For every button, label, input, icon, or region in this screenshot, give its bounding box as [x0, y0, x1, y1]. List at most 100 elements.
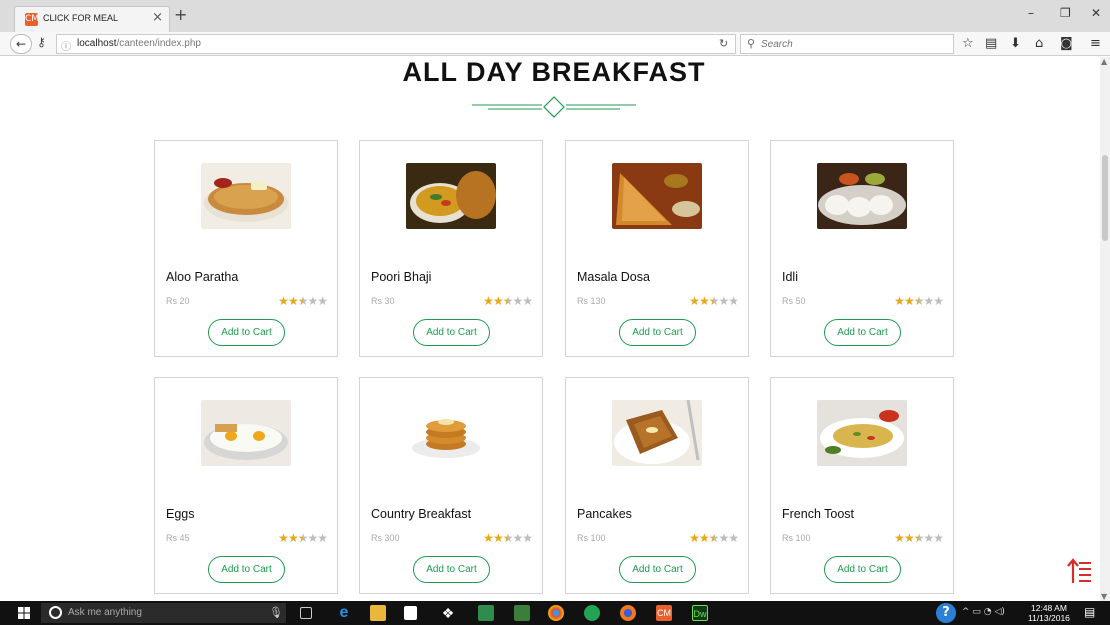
add-to-cart-button[interactable]: Add to Cart	[619, 556, 696, 583]
star-icon: ★	[933, 531, 944, 545]
firefox-icon[interactable]	[620, 605, 636, 621]
star-icon: ★	[297, 531, 309, 545]
star-icon: ★	[492, 531, 504, 545]
food-name: Aloo Paratha	[166, 270, 239, 284]
title-divider-icon	[472, 96, 636, 118]
excel-icon[interactable]	[514, 605, 530, 621]
star-icon: ★	[483, 294, 494, 308]
dropbox-icon[interactable]: ❖	[440, 605, 456, 621]
star-icon: ★	[698, 294, 710, 308]
windows-taskbar: Ask me anything 🎙 e ❖ CM Dw ? ^ ▭ ◔ ◁) 1…	[0, 601, 1110, 625]
food-image	[201, 400, 291, 466]
search-input[interactable]	[761, 36, 941, 52]
windows-start-icon[interactable]	[18, 607, 30, 619]
browser-window: CM CLICK FOR MEAL × + – ❐ ✕ ← ⚷ ⓘ localh…	[0, 0, 1110, 625]
notification-icon[interactable]: ▤	[1084, 605, 1095, 619]
star-icon: ★	[522, 294, 533, 308]
back-arrow-icon[interactable]: ←	[10, 34, 32, 54]
xbox-icon[interactable]	[584, 605, 600, 621]
search-icon: ⚲	[747, 37, 756, 50]
star-icon: ★	[492, 294, 504, 308]
photos-app-icon[interactable]	[478, 605, 494, 621]
bookmark-star-icon[interactable]: ☆	[962, 36, 974, 51]
system-tray-icons[interactable]: ^ ▭ ◔ ◁)	[962, 607, 1005, 617]
star-rating: ★★★★★	[278, 531, 328, 545]
star-rating: ★★★★★	[894, 531, 944, 545]
add-to-cart-button[interactable]: Add to Cart	[413, 556, 490, 583]
scrollbar-thumb[interactable]	[1102, 155, 1108, 241]
star-icon: ★	[689, 531, 700, 545]
food-price: Rs 45	[166, 533, 190, 543]
add-to-cart-button[interactable]: Add to Cart	[413, 319, 490, 346]
dreamweaver-icon[interactable]: Dw	[692, 605, 708, 621]
star-icon: ★	[708, 531, 720, 545]
scroll-down-icon[interactable]: ▼	[1101, 592, 1107, 601]
add-to-cart-button[interactable]: Add to Cart	[824, 556, 901, 583]
food-name: Country Breakfast	[371, 507, 472, 521]
download-icon[interactable]: ⬇	[1010, 36, 1021, 51]
star-icon: ★	[502, 294, 514, 308]
close-window-icon[interactable]: ✕	[1091, 6, 1101, 20]
star-icon: ★	[278, 531, 289, 545]
add-to-cart-button[interactable]: Add to Cart	[619, 319, 696, 346]
add-to-cart-button[interactable]: Add to Cart	[824, 319, 901, 346]
food-price: Rs 50	[782, 296, 806, 306]
edge-browser-icon[interactable]: e	[336, 605, 352, 621]
food-card: Aloo Paratha Rs 20 ★★★★★ Add to Cart	[154, 140, 338, 357]
star-rating: ★★★★★	[894, 294, 944, 308]
food-image	[406, 400, 496, 466]
star-icon: ★	[512, 294, 523, 308]
page-content: ALL DAY BREAKFAST Aloo Paratha Rs 20 ★★★★★…	[0, 57, 1100, 601]
page-scrollbar[interactable]: ▲ ▼	[1100, 57, 1110, 601]
reload-icon[interactable]: ↻	[719, 37, 728, 50]
food-name: Poori Bhaji	[371, 270, 432, 284]
store-icon[interactable]	[404, 606, 417, 620]
task-view-icon[interactable]	[300, 607, 312, 619]
chrome-icon[interactable]	[548, 605, 564, 621]
pocket-icon[interactable]: ◙	[1060, 36, 1073, 51]
add-to-cart-button[interactable]: Add to Cart	[208, 556, 285, 583]
navigation-bar: ← ⚷ ⓘ localhost/canteen/index.php ↻ ⚲ ☆ …	[0, 32, 1110, 56]
star-icon: ★	[698, 531, 710, 545]
info-icon[interactable]: ⓘ	[61, 38, 71, 53]
microphone-icon[interactable]: 🎙	[269, 606, 283, 619]
minimize-icon[interactable]: –	[1028, 6, 1034, 20]
star-icon: ★	[923, 294, 934, 308]
star-icon: ★	[689, 294, 700, 308]
star-icon: ★	[933, 294, 944, 308]
food-price: Rs 30	[371, 296, 395, 306]
scroll-to-top-icon[interactable]	[1066, 557, 1092, 585]
food-price: Rs 130	[577, 296, 606, 306]
menu-icon[interactable]: ≡	[1090, 36, 1101, 51]
food-name: Pancakes	[577, 507, 632, 521]
star-icon: ★	[307, 531, 318, 545]
file-explorer-icon[interactable]	[370, 605, 386, 621]
help-icon[interactable]: ?	[936, 603, 956, 623]
home-icon[interactable]: ⌂	[1035, 36, 1043, 51]
star-icon: ★	[718, 294, 729, 308]
click-for-meal-taskbar-icon[interactable]: CM	[656, 605, 672, 621]
bookmarks-list-icon[interactable]: ▤	[985, 36, 997, 51]
food-card: Country Breakfast Rs 300 ★★★★★ Add to Cart	[359, 377, 543, 594]
add-to-cart-button[interactable]: Add to Cart	[208, 319, 285, 346]
star-rating: ★★★★★	[689, 294, 739, 308]
star-icon: ★	[307, 294, 318, 308]
close-tab-icon[interactable]: ×	[152, 10, 163, 25]
cortana-search-box[interactable]: Ask me anything 🎙	[41, 603, 286, 623]
key-icon[interactable]: ⚷	[37, 35, 46, 49]
food-image	[612, 400, 702, 466]
star-icon: ★	[502, 531, 514, 545]
url-bar[interactable]: ⓘ localhost/canteen/index.php ↻	[56, 34, 736, 54]
star-icon: ★	[728, 294, 739, 308]
search-bar[interactable]: ⚲	[740, 34, 954, 54]
scroll-up-icon[interactable]: ▲	[1101, 57, 1107, 66]
star-icon: ★	[512, 531, 523, 545]
browser-tab[interactable]: CM CLICK FOR MEAL ×	[14, 6, 170, 32]
new-tab-icon[interactable]: +	[174, 5, 187, 24]
restore-icon[interactable]: ❐	[1060, 6, 1071, 20]
clock[interactable]: 12:48 AM 11/13/2016	[1028, 603, 1070, 623]
star-icon: ★	[317, 531, 328, 545]
star-icon: ★	[923, 531, 934, 545]
cortana-search-text: Ask me anything	[68, 607, 142, 618]
star-rating: ★★★★★	[689, 531, 739, 545]
